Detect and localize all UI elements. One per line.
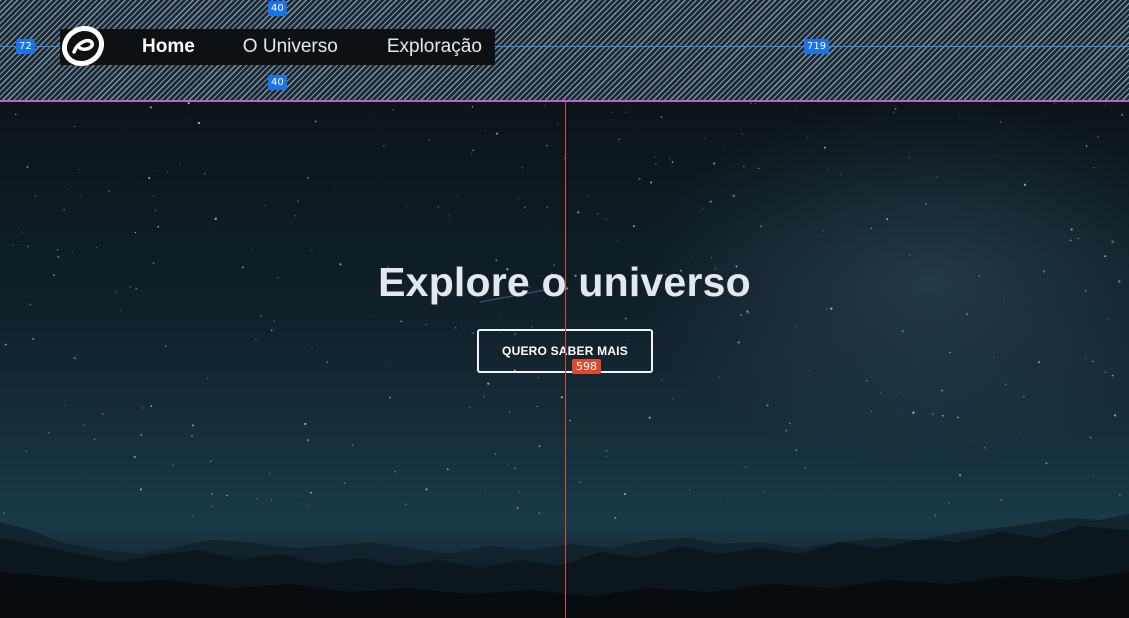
nav-item-home[interactable]: Home [142,36,195,58]
button-offset-tag: 598 [572,359,601,374]
nav-item-exploracao[interactable]: Exploração [387,36,482,58]
top-gap-tag: 40 [268,1,287,16]
left-offset-tag: 72 [16,39,35,54]
bottom-gap-tag: 40 [268,75,287,90]
swirl-logo-icon[interactable] [60,26,106,66]
nav-item-o-universo[interactable]: O Universo [243,36,338,58]
right-offset-tag: 719 [804,39,830,54]
main-nav: Home O Universo Exploração [60,26,495,66]
vertical-guide-line [565,102,566,618]
